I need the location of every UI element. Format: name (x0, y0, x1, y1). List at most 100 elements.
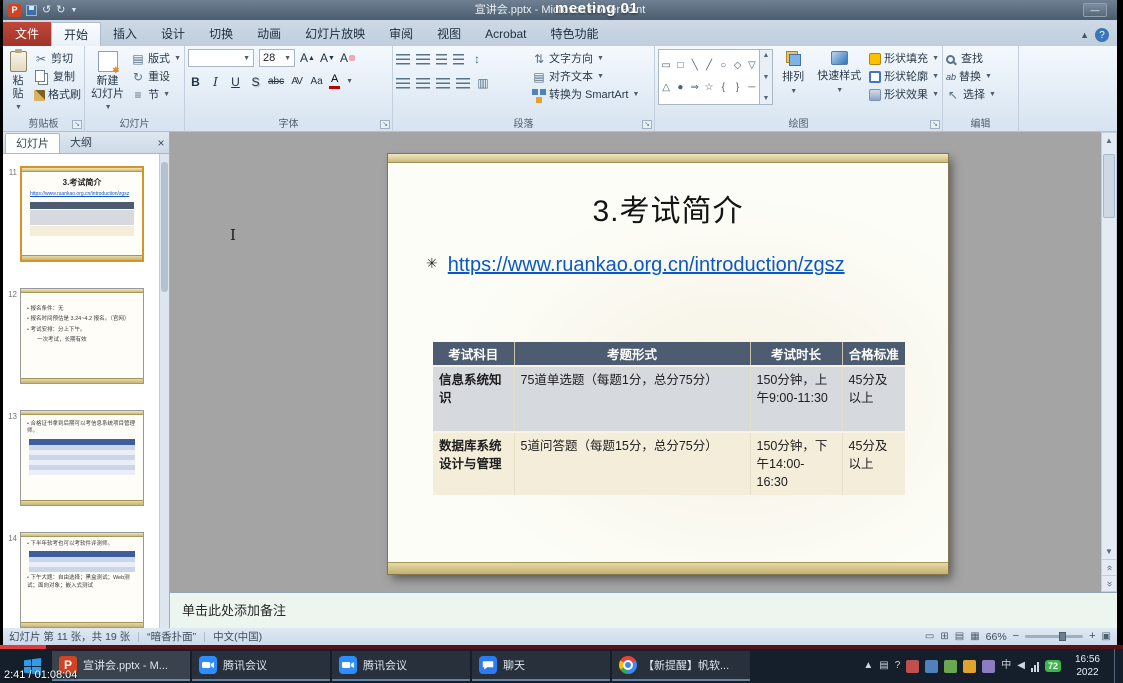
tray-icon[interactable] (963, 660, 976, 673)
arrange-button[interactable]: 排列▼ (777, 49, 809, 115)
tray-icon[interactable]: ▤ (879, 661, 888, 671)
slide-thumbnail-current[interactable]: 3.考试简介 https://www.ruankao.org.cn/introd… (20, 166, 144, 262)
align-left-icon[interactable] (396, 78, 410, 89)
tab-review[interactable]: 审阅 (377, 22, 425, 46)
taskbar-app-meeting-2[interactable]: 腾讯会议 (332, 651, 470, 681)
change-case-button[interactable]: Aa (309, 73, 324, 90)
font-color-button[interactable]: A (329, 74, 340, 89)
reset-button[interactable]: ↻重设 (131, 70, 181, 84)
grow-font-button[interactable]: A▲ (300, 50, 315, 67)
underline-button[interactable]: U (228, 73, 243, 90)
taskbar-app-chat[interactable]: 聊天 (472, 651, 610, 681)
tab-acrobat[interactable]: Acrobat (473, 22, 538, 46)
section-button[interactable]: ≡节▼ (131, 88, 181, 102)
minimize-ribbon-icon[interactable]: ▲ (1080, 30, 1089, 40)
font-color-dropdown-icon[interactable]: ▼ (346, 78, 353, 85)
slide-thumbnail[interactable]: 报名条件：无 报名时间预估是 3.24~4.2 报名。（官网） 考试安排：分上下… (20, 288, 144, 384)
layout-button[interactable]: ▤版式▼ (131, 52, 181, 66)
help-icon[interactable]: ? (1095, 28, 1109, 42)
slide-thumbnail[interactable]: 合格证书拿到后期可以考信息系统项目管理师。 (20, 410, 144, 506)
justify-icon[interactable] (456, 78, 470, 89)
text-direction-button[interactable]: ⇅文字方向▼ (532, 52, 639, 66)
panel-close-icon[interactable]: × (153, 133, 169, 153)
font-size-combo[interactable]: 28▼ (259, 49, 295, 67)
text-shadow-button[interactable]: S (248, 73, 263, 90)
slide[interactable]: 3.考试简介 ✳https://www.ruankao.org.cn/intro… (388, 154, 948, 574)
tab-design[interactable]: 设计 (149, 22, 197, 46)
font-name-combo[interactable]: ▼ (188, 49, 254, 67)
show-desktop-button[interactable] (1114, 649, 1119, 683)
tray-icon[interactable] (982, 660, 995, 673)
replace-button[interactable]: ab替换▼ (946, 70, 996, 84)
align-center-icon[interactable] (416, 78, 430, 89)
scroll-down-icon[interactable]: ▼ (1105, 544, 1113, 559)
tab-transitions[interactable]: 切换 (197, 22, 245, 46)
language-indicator[interactable]: 中文(中国) (213, 629, 262, 644)
taskbar-app-meeting-1[interactable]: 腾讯会议 (192, 651, 330, 681)
numbering-icon[interactable] (416, 54, 430, 65)
tab-outline-pane[interactable]: 大纲 (60, 133, 102, 153)
align-text-button[interactable]: ▤对齐文本▼ (532, 70, 639, 84)
exam-table[interactable]: 考试科目 考题形式 考试时长 合格标准 信息系统知识 75道单选题（每题1分，总… (433, 342, 905, 495)
bold-button[interactable]: B (188, 73, 203, 90)
smartart-button[interactable]: 转换为 SmartArt▼ (532, 88, 639, 102)
reading-view-icon[interactable]: ▤ (955, 631, 964, 642)
normal-view-icon[interactable]: ▭ (925, 631, 934, 642)
clear-formatting-button[interactable]: A (340, 50, 355, 67)
tray-icon[interactable] (906, 660, 919, 673)
tab-insert[interactable]: 插入 (101, 22, 149, 46)
tab-home[interactable]: 开始 (51, 22, 101, 46)
shape-fill-button[interactable]: 形状填充▼ (869, 52, 939, 66)
format-painter-button[interactable]: 格式刷 (34, 88, 81, 102)
taskbar-clock[interactable]: 16:56 2022 (1075, 653, 1100, 679)
scrollbar-thumb[interactable] (1103, 154, 1115, 218)
speaker-icon[interactable]: ◀ (1017, 661, 1025, 671)
slide-sorter-icon[interactable]: ⊞ (940, 631, 948, 642)
cut-button[interactable]: ✂剪切 (34, 52, 81, 66)
slide-canvas-area[interactable]: I 3.考试简介 ✳https://www.ruankao.org.cn/int… (170, 132, 1101, 592)
drawing-dialog-launcher[interactable]: ↘ (930, 120, 940, 129)
previous-slide-button[interactable]: « (1102, 559, 1116, 575)
shapes-gallery[interactable]: ▭□╲╱○◇▽ △●⇒☆{}─ (658, 49, 760, 105)
next-slide-button[interactable]: » (1102, 575, 1116, 591)
copy-button[interactable]: 复制 (34, 70, 81, 84)
slide-bullet-block[interactable]: ✳https://www.ruankao.org.cn/introduction… (426, 250, 912, 281)
shrink-font-button[interactable]: A▼ (320, 50, 335, 67)
font-dialog-launcher[interactable]: ↘ (380, 120, 390, 129)
canvas-scrollbar[interactable]: ▲ ▼ « » (1101, 132, 1117, 592)
shapes-gallery-scroll[interactable]: ▲▼▼ (760, 49, 773, 105)
increase-indent-icon[interactable] (453, 54, 464, 65)
character-spacing-button[interactable]: AV (289, 73, 304, 90)
find-button[interactable]: 查找 (946, 52, 996, 66)
shape-effects-button[interactable]: 形状效果▼ (869, 88, 939, 102)
tray-icon[interactable] (925, 660, 938, 673)
tray-icon[interactable] (944, 660, 957, 673)
tray-help-icon[interactable]: ? (895, 661, 901, 671)
slide-thumbnail[interactable]: 下半年软考也可以考软件评测师。 下午大题：自由选择；黑盒测试；Web测试；面向对… (20, 532, 144, 628)
quick-styles-button[interactable]: 快速样式▼ (813, 49, 865, 115)
zoom-slider[interactable] (1025, 635, 1083, 638)
columns-icon[interactable]: ▥ (476, 77, 490, 89)
strikethrough-button[interactable]: abc (268, 73, 284, 90)
notes-pane[interactable]: 单击此处添加备注 (170, 592, 1117, 628)
line-spacing-icon[interactable]: ↕ (470, 53, 484, 65)
taskbar-app-chrome[interactable]: 【新提醒】帆软... (612, 651, 750, 681)
paragraph-dialog-launcher[interactable]: ↘ (642, 120, 652, 129)
panel-scrollbar[interactable] (159, 154, 169, 628)
tab-file[interactable]: 文件 (3, 22, 51, 46)
network-icon[interactable] (1031, 661, 1039, 672)
paste-button[interactable]: 粘贴▼ (6, 49, 30, 115)
tab-view[interactable]: 视图 (425, 22, 473, 46)
zoom-slider-thumb[interactable] (1059, 632, 1066, 641)
slide-title[interactable]: 3.考试简介 (388, 186, 948, 230)
select-button[interactable]: ↖选择▼ (946, 88, 996, 102)
tab-special[interactable]: 特色功能 (539, 22, 611, 46)
scroll-up-icon[interactable]: ▲ (1105, 133, 1113, 148)
slide-hyperlink[interactable]: https://www.ruankao.org.cn/introduction/… (448, 254, 845, 276)
zoom-in-button[interactable]: + (1089, 631, 1095, 642)
tab-slideshow[interactable]: 幻灯片放映 (293, 22, 377, 46)
italic-button[interactable]: I (208, 73, 223, 90)
zoom-out-button[interactable]: − (1013, 631, 1019, 642)
shape-outline-button[interactable]: 形状轮廓▼ (869, 70, 939, 84)
decrease-indent-icon[interactable] (436, 54, 447, 65)
